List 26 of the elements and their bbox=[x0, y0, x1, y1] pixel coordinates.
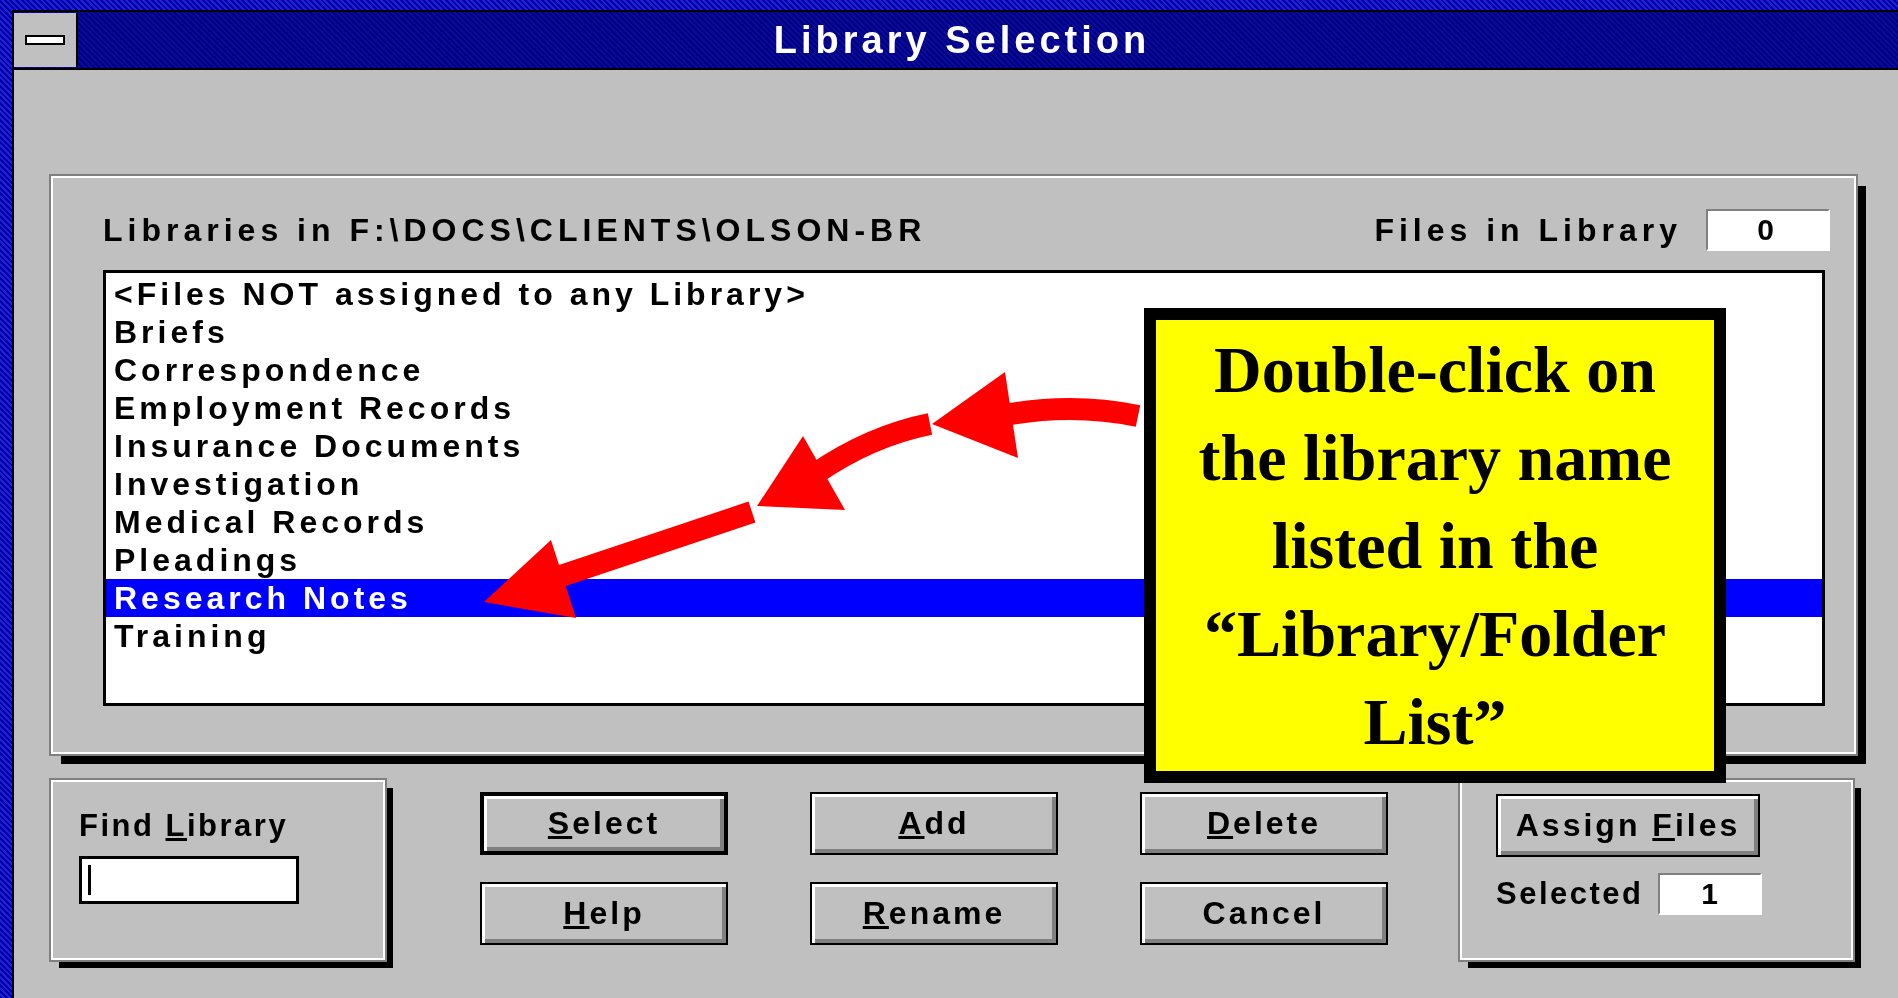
selected-count: 1 bbox=[1657, 873, 1762, 915]
dialog-button[interactable]: Select bbox=[480, 792, 728, 855]
library-item[interactable]: Insurance Documents bbox=[106, 427, 529, 465]
library-item[interactable]: Medical Records bbox=[106, 503, 433, 541]
library-item[interactable]: Employment Records bbox=[106, 389, 519, 427]
library-item[interactable]: <Files NOT assigned to any Library> bbox=[106, 275, 813, 313]
dialog-button[interactable]: Add bbox=[810, 792, 1058, 855]
selected-label: Selected bbox=[1496, 876, 1644, 912]
assign-files-button[interactable]: Assign Files bbox=[1496, 794, 1760, 857]
library-item[interactable]: Pleadings bbox=[106, 541, 306, 579]
window-title: Library Selection bbox=[772, 18, 1152, 62]
libraries-path: Libraries in F:\DOCS\CLIENTS\OLSON-BR bbox=[103, 211, 928, 249]
find-library-field[interactable] bbox=[79, 856, 299, 904]
files-count: 0 bbox=[1706, 209, 1830, 251]
dialog-button[interactable]: Help bbox=[480, 882, 728, 945]
system-menu-button[interactable] bbox=[14, 13, 78, 67]
dash-icon bbox=[25, 33, 65, 47]
library-item[interactable]: Training bbox=[106, 617, 275, 655]
library-item[interactable]: Correspondence bbox=[106, 351, 429, 389]
files-in-library-label: Files in Library bbox=[1374, 211, 1682, 249]
dialog-button[interactable]: Delete bbox=[1140, 792, 1388, 855]
dialog-button[interactable]: Rename bbox=[810, 882, 1058, 945]
dialog-button[interactable]: Cancel bbox=[1140, 882, 1388, 945]
library-item[interactable]: Briefs bbox=[106, 313, 233, 351]
library-item[interactable]: Investigation bbox=[106, 465, 368, 503]
find-library-label: Find Library bbox=[79, 808, 290, 844]
